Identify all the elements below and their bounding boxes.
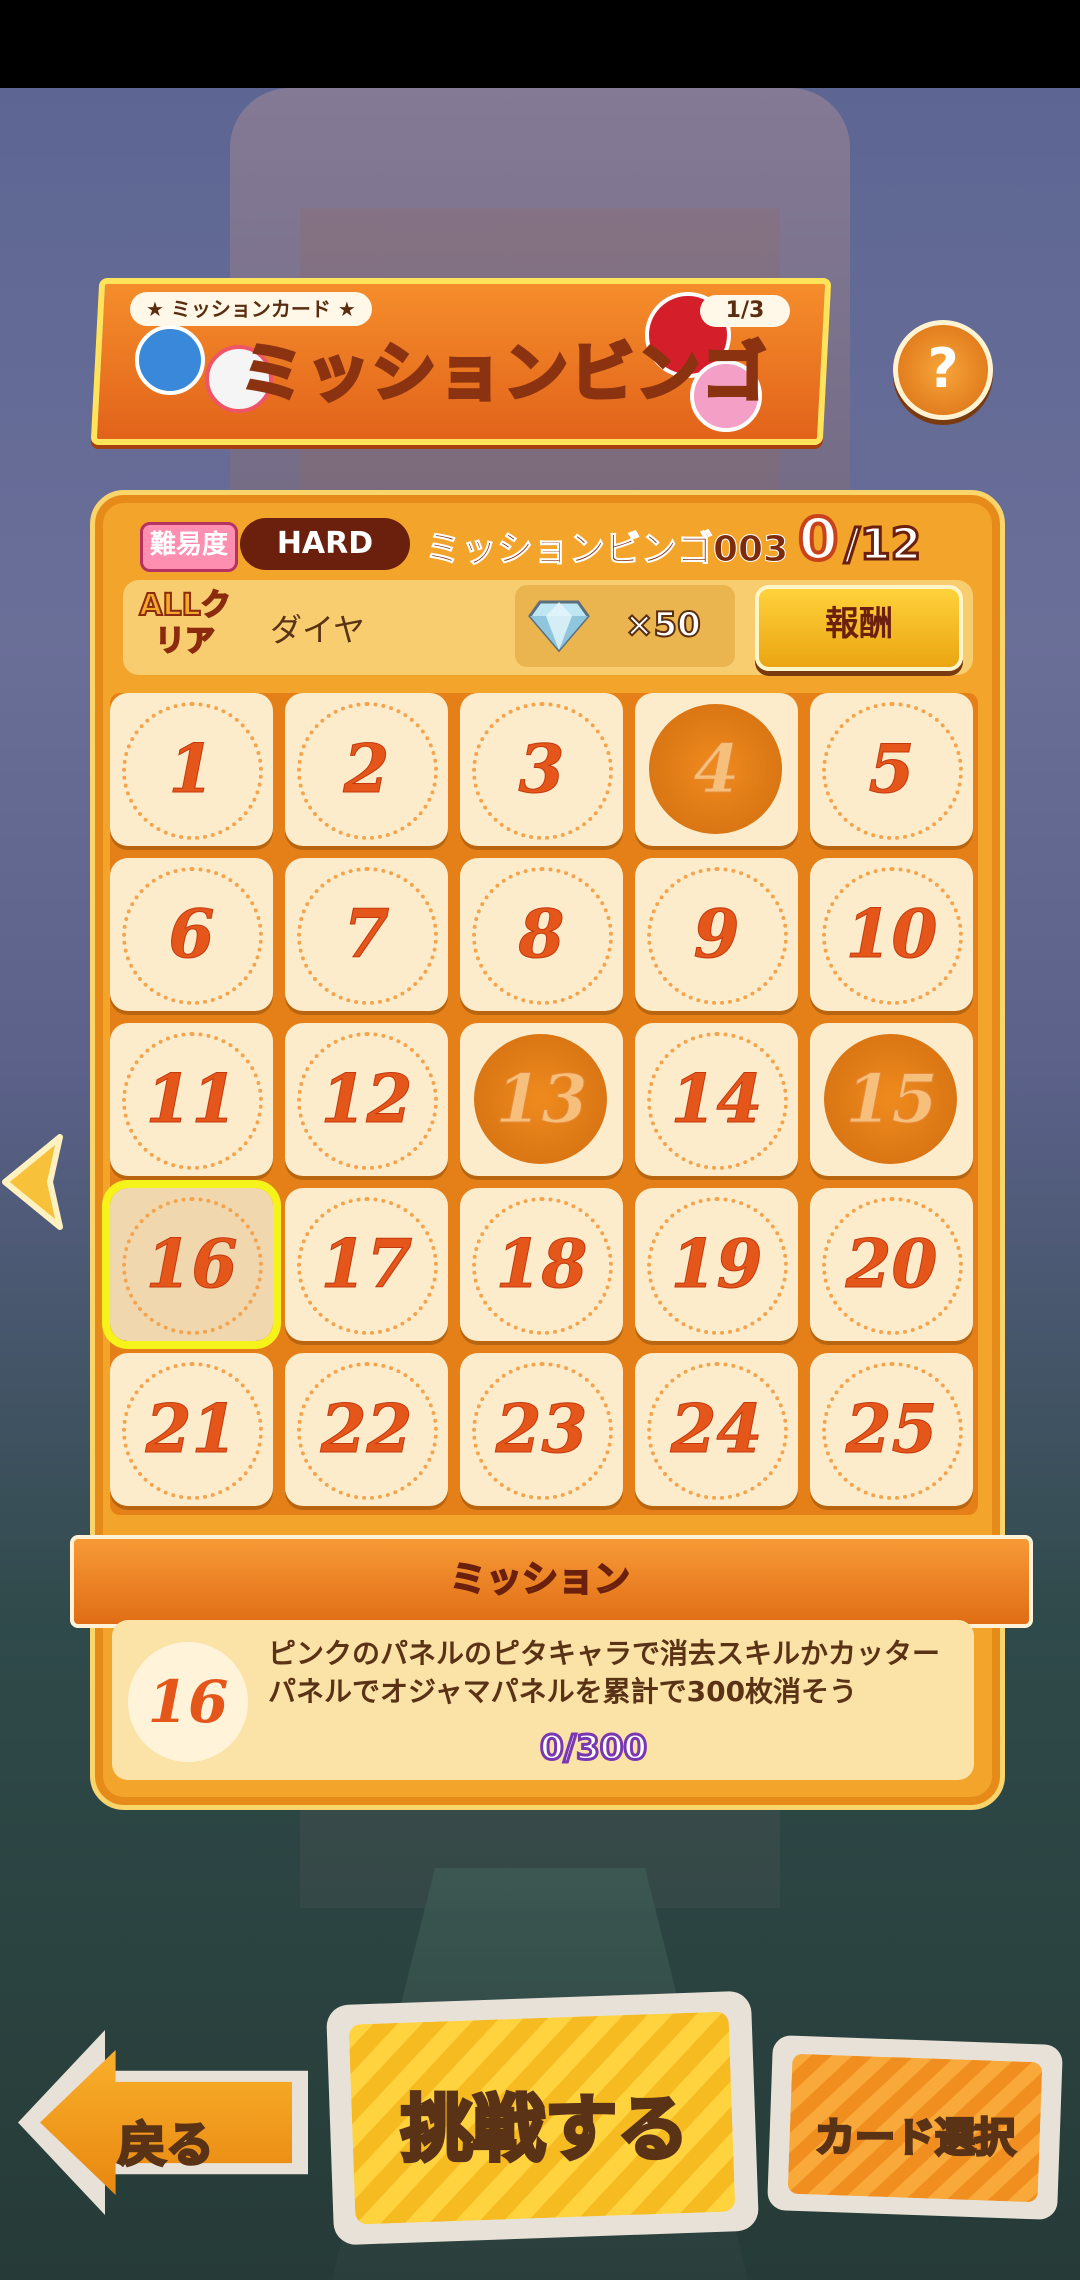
bingo-cell[interactable]: 13 [460, 1023, 623, 1176]
gem-reward-count: ×50 [624, 604, 702, 646]
bingo-cell-number: 3 [518, 730, 565, 809]
challenge-button-label[interactable]: 挑戦する [370, 2070, 720, 2175]
bingo-cell[interactable]: 19 [635, 1188, 798, 1341]
bingo-cell[interactable]: 3 [460, 693, 623, 846]
bingo-cell-number: 8 [518, 895, 565, 974]
bingo-cell-number: 2 [343, 730, 390, 809]
bingo-cell-number: 24 [670, 1390, 763, 1469]
bingo-cell[interactable]: 6 [110, 858, 273, 1011]
clear-progress-total: /12 [842, 518, 922, 572]
bingo-cell-number: 9 [693, 895, 740, 974]
clear-progress-current: 0 [796, 503, 840, 575]
bingo-cell-number: 17 [320, 1225, 413, 1304]
bingo-cell[interactable]: 25 [810, 1353, 973, 1506]
reward-button[interactable]: 報酬 [755, 585, 963, 671]
bingo-cell[interactable]: 20 [810, 1188, 973, 1341]
banner-tag: ★ ミッションカード ★ [130, 292, 372, 326]
previous-card-arrow-icon[interactable] [0, 1132, 70, 1232]
bingo-cell-number: 1 [168, 730, 215, 809]
bingo-cell-number: 20 [845, 1225, 938, 1304]
bingo-cell-number: 6 [168, 895, 215, 974]
bingo-cell[interactable]: 2 [285, 693, 448, 846]
help-button[interactable]: ? [893, 320, 993, 420]
bingo-cell[interactable]: 1 [110, 693, 273, 846]
bingo-cell[interactable]: 10 [810, 858, 973, 1011]
bingo-cell[interactable]: 15 [810, 1023, 973, 1176]
bingo-cell[interactable]: 4 [635, 693, 798, 846]
bingo-cell[interactable]: 14 [635, 1023, 798, 1176]
bingo-cell[interactable]: 24 [635, 1353, 798, 1506]
bingo-card-name: ミッションビンゴ003 [424, 529, 789, 571]
bingo-cell-number: 15 [845, 1060, 938, 1139]
bingo-cell-number: 25 [845, 1390, 938, 1469]
bingo-cell-number: 16 [145, 1225, 238, 1304]
bingo-cell[interactable]: 5 [810, 693, 973, 846]
bingo-cell-number: 21 [145, 1390, 238, 1469]
allclear-reward-name: ダイヤ [270, 611, 366, 649]
bingo-cell[interactable]: 8 [460, 858, 623, 1011]
bingo-cell-number: 5 [868, 730, 915, 809]
diamond-icon [528, 600, 590, 652]
clear-progress: 0 /12 [796, 503, 923, 575]
card-select-button-label[interactable]: カード選択 [790, 2105, 1040, 2163]
card-page-indicator: 1/3 [700, 295, 790, 327]
bingo-cell[interactable]: 17 [285, 1188, 448, 1341]
bingo-cell[interactable]: 12 [285, 1023, 448, 1176]
bingo-cell[interactable]: 18 [460, 1188, 623, 1341]
bingo-cell[interactable]: 16 [102, 1180, 281, 1349]
bingo-cell[interactable]: 11 [110, 1023, 273, 1176]
difficulty-level: HARD [240, 518, 410, 570]
bingo-cell-number: 11 [145, 1060, 238, 1139]
bingo-cell[interactable]: 9 [635, 858, 798, 1011]
bingo-cell[interactable]: 23 [460, 1353, 623, 1506]
bingo-cell[interactable]: 21 [110, 1353, 273, 1506]
bingo-cell-number: 7 [343, 895, 390, 974]
bingo-cell[interactable]: 7 [285, 858, 448, 1011]
bingo-cell-number: 22 [320, 1390, 413, 1469]
banner-title: ミッションビンゴ [238, 335, 768, 413]
mission-number: 16 [128, 1642, 248, 1762]
difficulty-badge: 難易度 [140, 522, 238, 572]
bingo-ball-icon [135, 325, 205, 395]
mission-progress: 0/300 [538, 1727, 648, 1770]
bingo-cell[interactable]: 22 [285, 1353, 448, 1506]
bingo-cell-number: 18 [495, 1225, 588, 1304]
bingo-cell-number: 14 [670, 1060, 763, 1139]
bingo-cell-number: 12 [320, 1060, 413, 1139]
back-button-label[interactable]: 戻る [116, 2105, 215, 2175]
bingo-cell-number: 19 [670, 1225, 763, 1304]
bingo-cell-number: 13 [495, 1060, 588, 1139]
bingo-cell-number: 23 [495, 1390, 588, 1469]
mission-description: ピンクのパネルのピタキャラで消去スキルかカッターパネルでオジャマパネルを累計で3… [268, 1637, 941, 1708]
allclear-badge: ALLクリア [138, 587, 231, 660]
bingo-cell-number: 4 [693, 730, 740, 809]
mission-ribbon-label: ミッション [449, 1558, 631, 1601]
bingo-cell-number: 10 [845, 895, 938, 974]
